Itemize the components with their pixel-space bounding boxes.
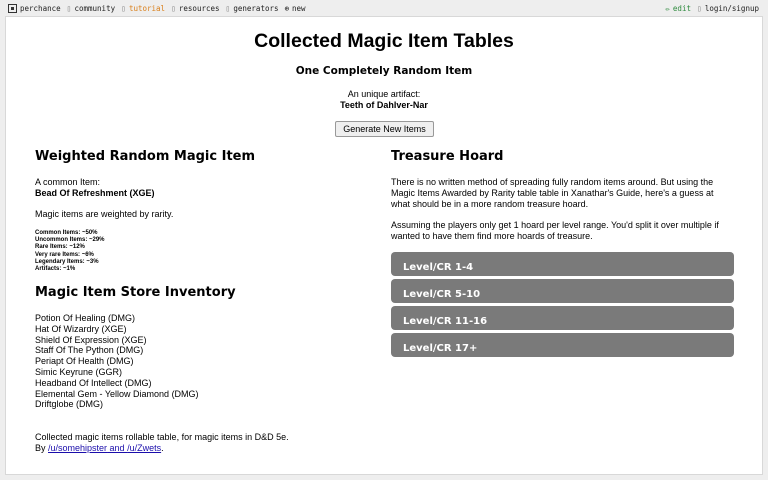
nav-new-label: new [292,4,306,13]
list-item: Periapt Of Health (DMG) [35,356,134,367]
credits-line: Collected magic items rollable table, fo… [35,432,289,442]
rarity-legendary: Legendary Items: ~3% [35,258,99,265]
edit-link[interactable]: ✏ edit [665,4,691,13]
login-link[interactable]: ▯ login/signup [697,4,759,13]
list-item: Shield Of Expression (XGE) [35,334,147,345]
store-heading: Magic Item Store Inventory [35,285,236,300]
author-link-somehipster[interactable]: /u/somehipster [48,443,107,453]
list-item: Staff Of The Python (DMG) [35,345,144,356]
hoard-heading: Treasure Hoard [391,149,504,164]
top-nav: perchance ▯ community ▯ tutorial ▯ resou… [0,0,768,16]
nav-community-label: community [74,4,116,13]
nav-community[interactable]: ▯ community [67,4,115,13]
level-1-4-button[interactable]: Level/CR 1-4 [391,252,734,276]
common-item-line: A common Item: [35,177,101,187]
perchance-logo-icon [8,4,17,13]
pencil-icon: ✏ [665,4,670,13]
artifact-name: Teeth of Dahlver-Nar [340,100,428,110]
level-5-10-button[interactable]: Level/CR 5-10 [391,279,734,303]
community-icon: ▯ [66,4,72,13]
generators-icon: ▯ [225,4,231,13]
credits: Collected magic items rollable table, fo… [35,432,289,454]
and-text: and [107,443,128,453]
page-title: Collected Magic Item Tables [254,30,514,52]
list-item: Elemental Gem - Yellow Diamond (DMG) [35,388,199,399]
list-item: Driftglobe (DMG) [35,399,104,410]
login-label: login/signup [704,4,759,13]
rarity-common: Common Items: ~50% [35,230,98,236]
period-text: . [161,443,164,453]
generate-new-items-button[interactable]: Generate New Items [335,121,434,137]
credits-authors: By /u/somehipster and /u/Zwets. [35,443,289,454]
artifact-line: An unique artifact: [347,89,421,99]
level-11-16-button[interactable]: Level/CR 11-16 [391,306,734,330]
hoard-paragraph-2: Assuming the players only get 1 hoard pe… [391,220,719,241]
list-item: Potion Of Healing (DMG) [35,313,136,323]
rarity-list: Common Items: ~50% Uncommon Items: ~29% … [35,230,105,273]
rarity-rare: Rare Items: ~12% [35,244,85,251]
nav-generators[interactable]: ▯ generators [226,4,279,13]
nav-tutorial-label: tutorial [128,4,166,13]
brand-label: perchance [20,4,61,13]
resources-icon: ▯ [171,4,176,13]
list-item: Simic Keyrune (GGR) [35,366,123,377]
by-text: By [35,443,49,453]
hoard-paragraph-1: There is no written method of spreading … [391,177,714,209]
rarity-very-rare: Very rare Items: ~6% [35,251,94,258]
tutorial-icon: ▯ [121,4,126,13]
weighted-item-name: Bead Of Refreshment (XGE) [35,188,155,198]
brand-link[interactable]: perchance [8,4,61,13]
list-item: Hat Of Wizardry (XGE) [35,323,127,334]
generator-output: Collected Magic Item Tables One Complete… [5,16,763,475]
nav-new[interactable]: ⊕ new [285,4,306,13]
nav-resources-label: resources [178,4,220,13]
random-item-heading: One Completely Random Item [295,65,473,77]
edit-label: edit [672,4,691,13]
rarity-artifacts: Artifacts: ~1% [35,266,76,273]
weighted-note: Magic items are weighted by rarity. [35,209,174,219]
plus-icon: ⊕ [284,4,290,13]
author-link-zwets[interactable]: /u/Zwets [127,443,161,453]
user-icon: ▯ [696,4,702,13]
level-17-plus-button[interactable]: Level/CR 17+ [391,333,734,357]
list-item: Headband Of Intellect (DMG) [35,377,152,388]
store-inventory-list: Potion Of Healing (DMG) Hat Of Wizardry … [35,313,199,410]
nav-tutorial[interactable]: ▯ tutorial [121,4,165,13]
nav-resources[interactable]: ▯ resources [171,4,219,13]
rarity-uncommon: Uncommon Items: ~29% [35,237,105,244]
nav-generators-label: generators [233,4,279,13]
weighted-heading: Weighted Random Magic Item [35,149,256,164]
